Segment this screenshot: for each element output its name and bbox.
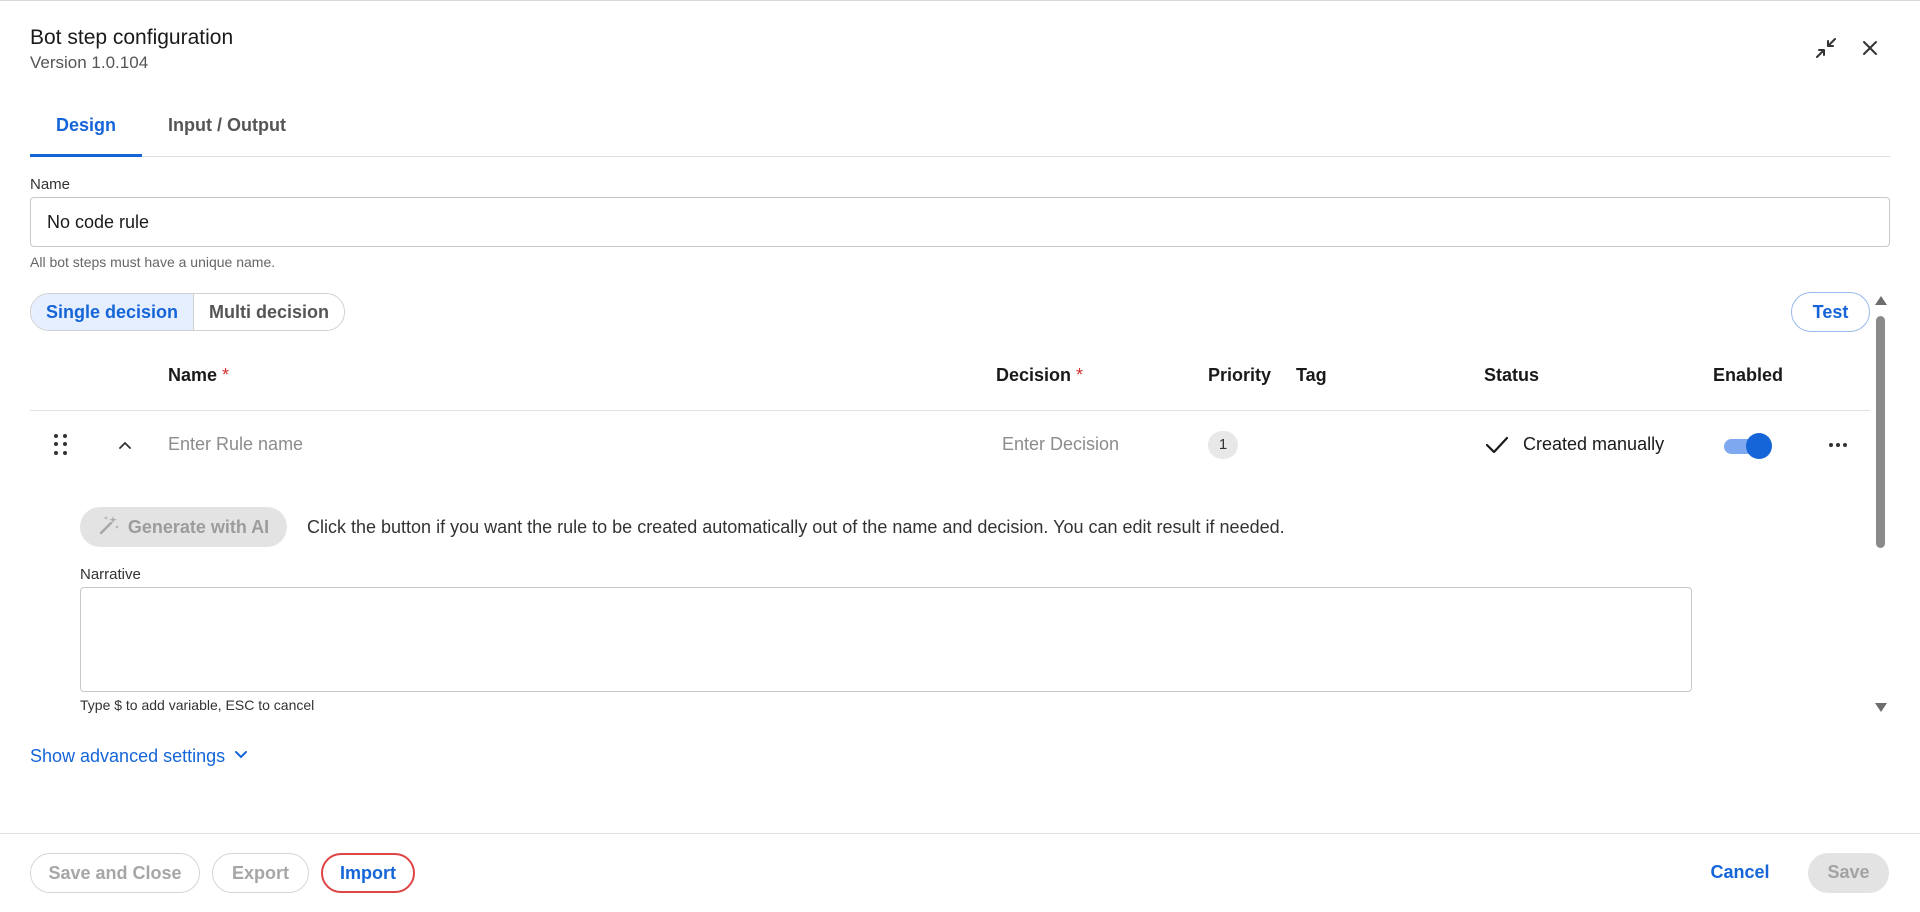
chevron-down-icon <box>233 746 249 767</box>
show-advanced-settings-label: Show advanced settings <box>30 746 226 766</box>
scrollbar-thumb[interactable] <box>1876 316 1885 548</box>
multi-decision-option[interactable]: Multi decision <box>194 294 345 330</box>
dialog-title: Bot step configuration <box>30 26 234 49</box>
save-and-close-button[interactable]: Save and Close <box>30 853 200 893</box>
footer-divider <box>0 833 1920 834</box>
tab-design[interactable]: Design <box>30 108 143 157</box>
priority-badge: 1 <box>1208 431 1238 459</box>
required-marker: * <box>222 365 230 385</box>
save-button[interactable]: Save <box>1808 853 1889 893</box>
name-help-text: All bot steps must have a unique name. <box>30 254 276 270</box>
name-label: Name <box>30 176 71 193</box>
narrative-editor[interactable] <box>80 587 1692 692</box>
name-input[interactable] <box>30 197 1890 247</box>
scrollbar[interactable] <box>1872 296 1888 712</box>
tab-input-output[interactable]: Input / Output <box>142 108 312 156</box>
column-header-enabled: Enabled <box>1713 365 1784 385</box>
decision-mode-toggle: Single decision Multi decision <box>30 293 346 331</box>
narrative-label: Narrative <box>80 566 141 583</box>
show-advanced-settings-link[interactable]: Show advanced settings <box>30 746 249 767</box>
required-marker: * <box>1076 365 1084 385</box>
toggle-knob <box>1746 433 1772 459</box>
column-header-decision: Decision * <box>996 365 1084 385</box>
generate-with-ai-button[interactable]: Generate with AI <box>80 507 287 547</box>
header-actions <box>1814 36 1882 60</box>
column-header-priority: Priority <box>1208 365 1272 385</box>
more-options-icon[interactable] <box>1827 434 1849 456</box>
export-button[interactable]: Export <box>212 853 309 893</box>
magic-wand-icon <box>98 514 120 541</box>
generate-description: Click the button if you want the rule to… <box>307 517 1285 537</box>
version-label: Version 1.0.104 <box>30 53 149 72</box>
tab-bar: Design Input / Output <box>30 108 1890 157</box>
scroll-up-arrow-icon[interactable] <box>1875 296 1887 305</box>
collapse-icon[interactable] <box>1814 36 1838 60</box>
rule-name-input[interactable]: Enter Rule name <box>168 434 303 455</box>
decision-input[interactable]: Enter Decision <box>1002 434 1119 455</box>
chevron-up-icon[interactable] <box>116 436 134 454</box>
single-decision-option[interactable]: Single decision <box>31 294 195 330</box>
test-button[interactable]: Test <box>1791 292 1870 332</box>
top-border <box>0 0 1920 1</box>
column-header-tag: Tag <box>1296 365 1327 385</box>
check-icon <box>1484 434 1510 456</box>
generate-with-ai-label: Generate with AI <box>127 516 270 537</box>
status-text: Created manually <box>1523 434 1665 454</box>
enabled-toggle[interactable] <box>1724 433 1772 459</box>
column-header-name: Name * <box>168 365 230 385</box>
dialog-header: Bot step configuration Version 1.0.104 <box>30 24 233 74</box>
drag-handle-icon[interactable] <box>54 434 68 456</box>
column-header-status: Status <box>1484 365 1540 385</box>
cancel-button[interactable]: Cancel <box>1696 853 1784 893</box>
table-header-divider <box>30 410 1870 411</box>
scroll-down-arrow-icon[interactable] <box>1875 703 1887 712</box>
narrative-help-text: Type $ to add variable, ESC to cancel <box>80 697 315 713</box>
close-icon[interactable] <box>1858 36 1882 60</box>
import-button[interactable]: Import <box>321 853 415 893</box>
